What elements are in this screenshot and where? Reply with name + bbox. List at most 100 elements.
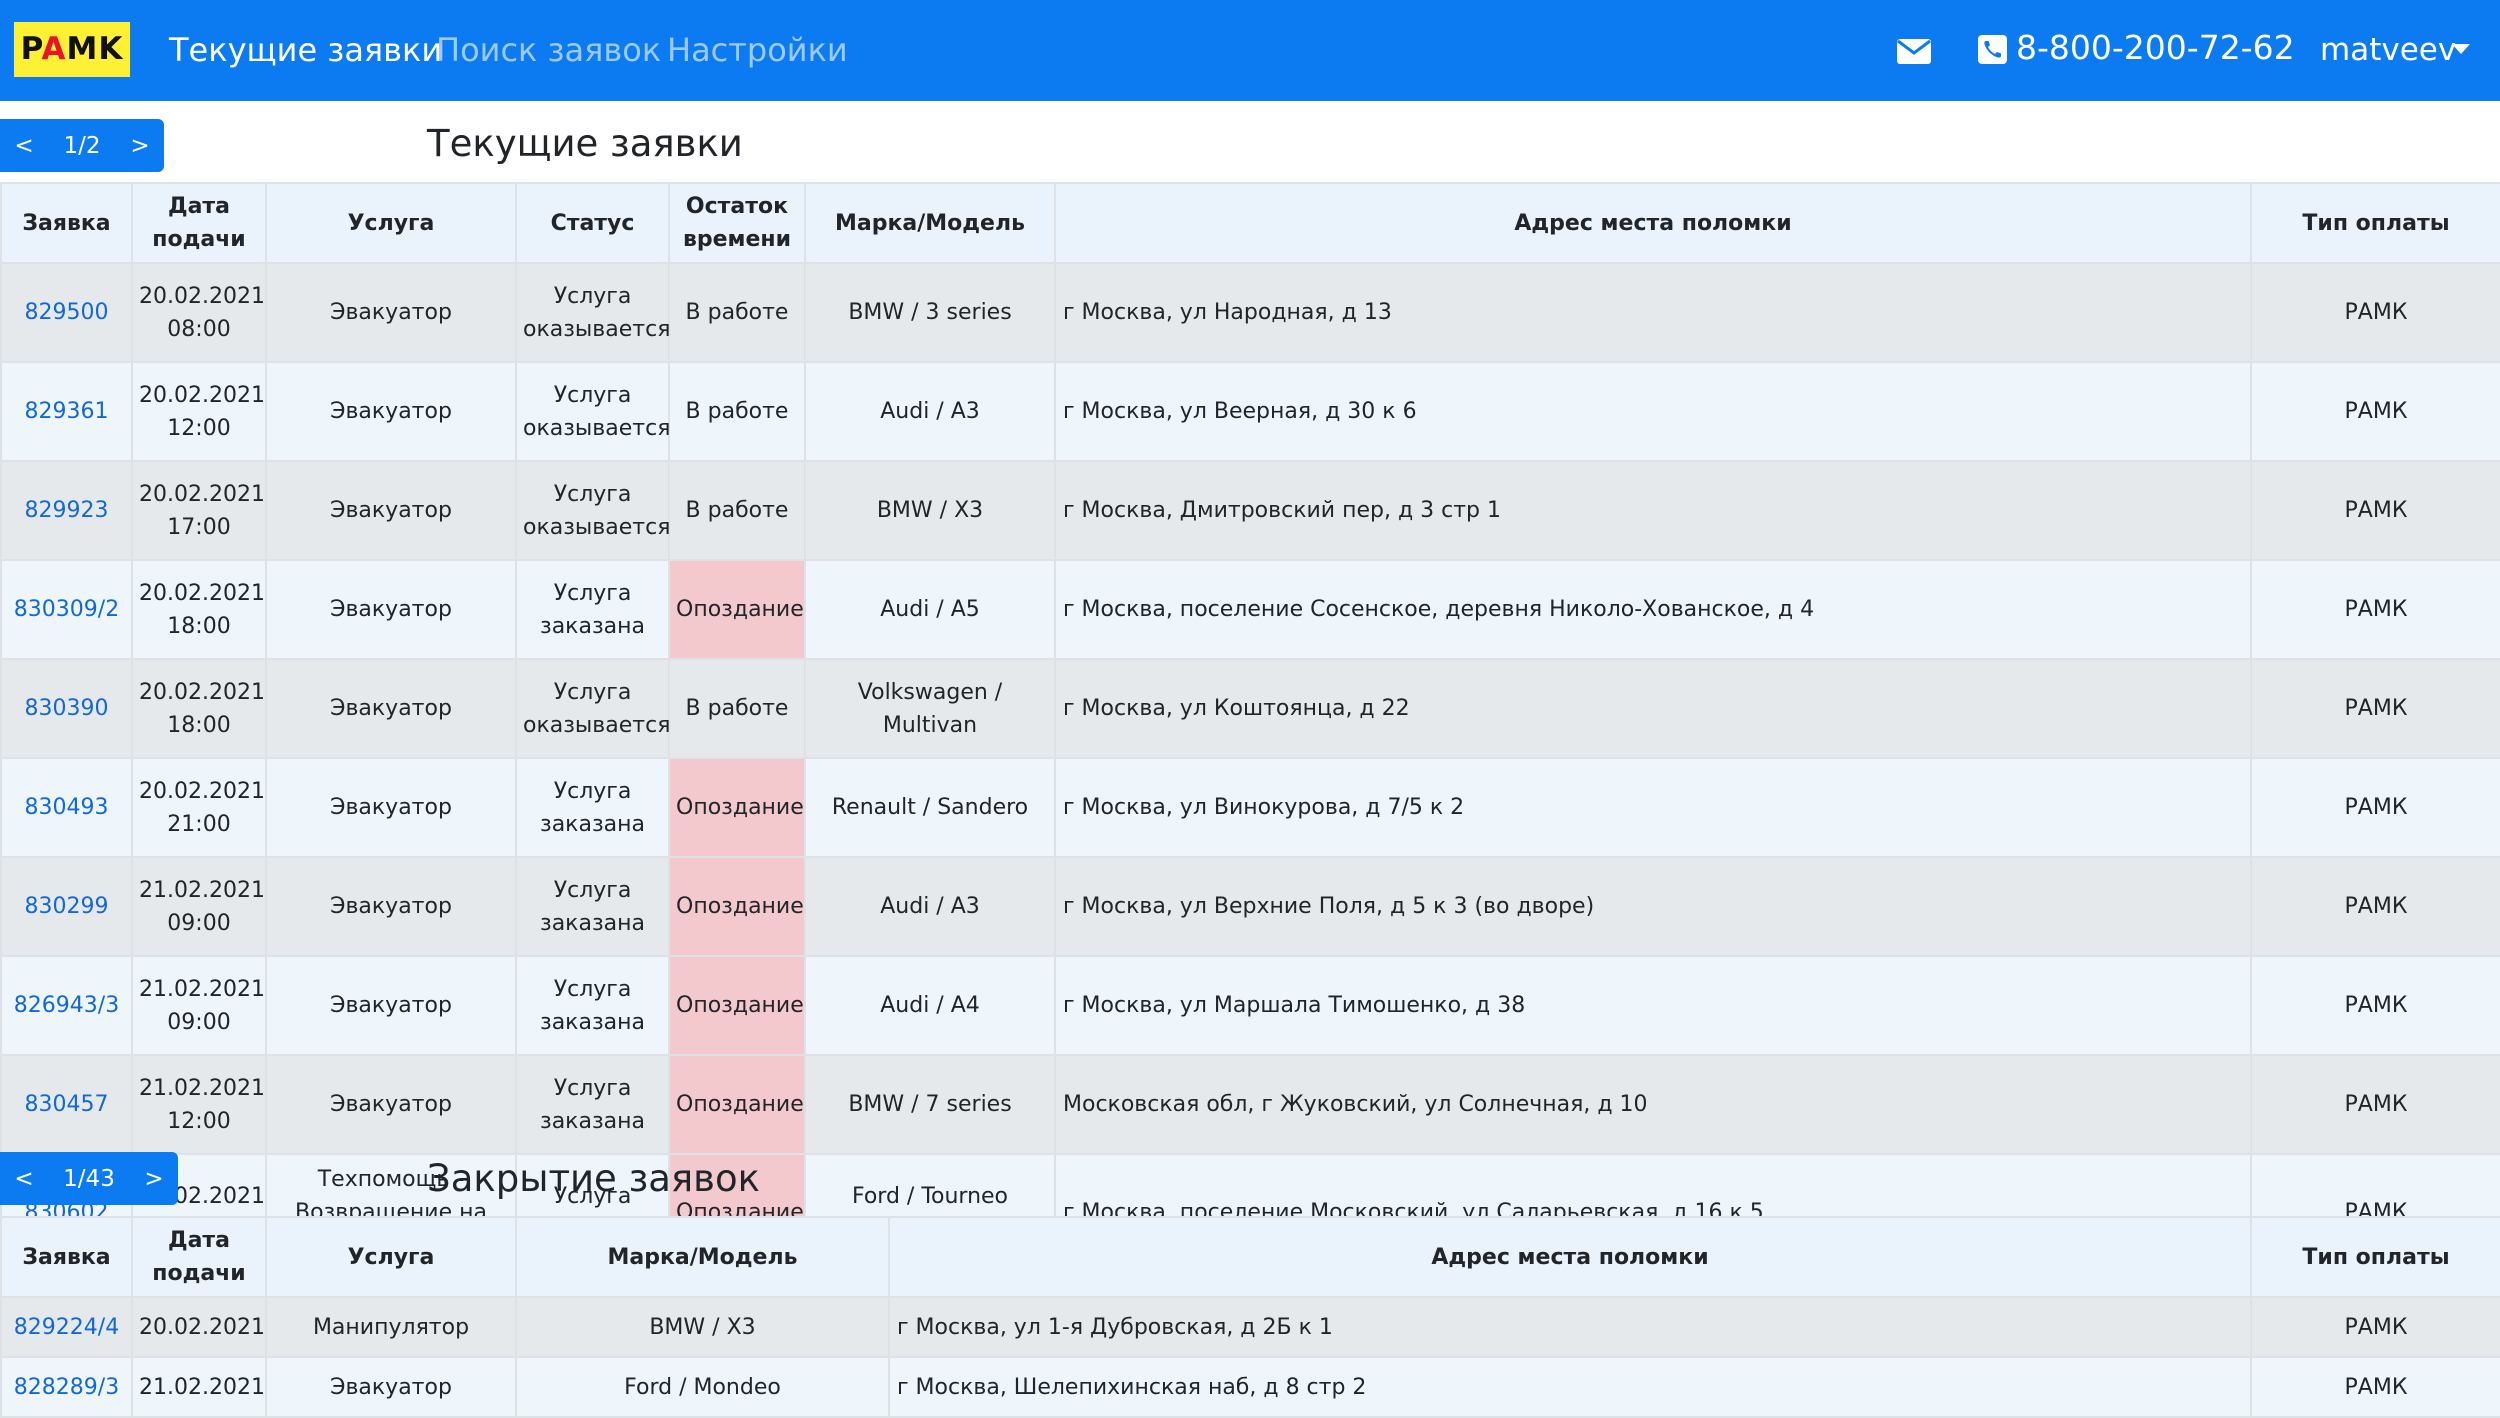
current-pager-prev-button[interactable]: <: [0, 133, 48, 159]
request-number-cell: 829224/4: [0, 1296, 133, 1358]
request-number-cell: 829923: [0, 460, 133, 561]
column-header[interactable]: Марка/Модель: [515, 1216, 890, 1298]
table-row: 829361 20.02.2021 12:00 Эвакуатор Услуга ока…: [0, 361, 2500, 462]
logo[interactable]: PAMK: [14, 22, 130, 77]
request-number-link[interactable]: 829224/4: [14, 1315, 119, 1340]
current-section-title: Текущие заявки: [427, 122, 743, 165]
submit-time: 18:00: [167, 712, 231, 738]
column-header[interactable]: Тип оплаты: [2250, 182, 2500, 264]
nav-link-settings[interactable]: Настройки: [667, 28, 848, 72]
submit-date-cell: 21.02.2021: [131, 1356, 267, 1418]
status-cell: Услуга заказана: [515, 757, 670, 858]
table-row: 829224/4 20.02.2021 Манипулятор BMW / X3 г М…: [0, 1296, 2500, 1358]
request-number-link[interactable]: 829500: [25, 300, 109, 325]
user-menu[interactable]: matveev: [2320, 28, 2456, 72]
payment-type-cell: РАМК: [2250, 1054, 2500, 1155]
request-number-cell: 829361: [0, 361, 133, 462]
closing-pager-page: 1/43: [63, 1165, 115, 1192]
address-cell: г Москва, ул Винокурова, д 7/5 к 2: [1054, 757, 2252, 858]
car-model-cell: BMW / 3 series: [804, 262, 1056, 363]
column-header[interactable]: Адрес места поломки: [888, 1216, 2252, 1298]
service-cell: Эвакуатор: [265, 856, 517, 957]
request-number-cell: 830493: [0, 757, 133, 858]
table-row: 830309/2 20.02.2021 18:00 Эвакуатор Услуга з…: [0, 559, 2500, 660]
column-header[interactable]: Остаток времени: [668, 182, 806, 264]
column-header[interactable]: Заявка: [0, 1216, 133, 1298]
address-cell: Московская обл, г Жуковский, ул Солнечна…: [1054, 1054, 2252, 1155]
submit-date: 20.02.2021: [139, 679, 265, 705]
address-cell: г Москва, ул Верхние Поля, д 5 к 3 (во д…: [1054, 856, 2252, 957]
status-cell: Услуга заказана: [515, 856, 670, 957]
request-number-link[interactable]: 830390: [25, 696, 109, 721]
current-pager-next-button[interactable]: >: [116, 133, 164, 159]
submit-date-cell: 20.02.2021 18:00: [131, 559, 267, 660]
remaining-time-cell: Опоздание: [668, 955, 806, 1056]
request-number-link[interactable]: 829361: [25, 399, 109, 424]
address-cell: г Москва, ул Народная, д 13: [1054, 262, 2252, 363]
request-number-link[interactable]: 829923: [25, 498, 109, 523]
submit-date: 20.02.2021: [139, 580, 265, 606]
status-cell: Услуга оказывается: [515, 460, 670, 561]
address-cell: г Москва, Дмитровский пер, д 3 стр 1: [1054, 460, 2252, 561]
address-cell: г Москва, ул Веерная, д 30 к 6: [1054, 361, 2252, 462]
column-header[interactable]: Тип оплаты: [2250, 1216, 2500, 1298]
remaining-time-cell: В работе: [668, 658, 806, 759]
request-number-link[interactable]: 826943/3: [14, 993, 119, 1018]
address-cell: г Москва, ул Коштоянца, д 22: [1054, 658, 2252, 759]
column-header[interactable]: Марка/Модель: [804, 182, 1056, 264]
service-cell: Эвакуатор: [265, 757, 517, 858]
submit-date: 21.02.2021: [139, 877, 265, 903]
column-header[interactable]: Услуга: [265, 182, 517, 264]
request-number-cell: 828289/3: [0, 1356, 133, 1418]
closing-table-header: Заявка Дата подачи Услуга Марка/Модель А…: [0, 1216, 2500, 1298]
status-cell: Услуга заказана: [515, 559, 670, 660]
submit-date: 20.02.2021: [139, 283, 265, 309]
column-header[interactable]: Адрес места поломки: [1054, 182, 2252, 264]
closing-pager-next-button[interactable]: >: [130, 1166, 178, 1192]
car-model-cell: Ford / Mondeo: [515, 1356, 890, 1418]
table-row: 830493 20.02.2021 21:00 Эвакуатор Услуга зак…: [0, 757, 2500, 858]
request-number-link[interactable]: 830457: [25, 1092, 109, 1117]
car-model-cell: BMW / X3: [515, 1296, 890, 1358]
request-number-link[interactable]: 830493: [25, 795, 109, 820]
caret-down-icon[interactable]: [2452, 44, 2470, 54]
payment-type-cell: РАМК: [2250, 262, 2500, 363]
submit-date-cell: 21.02.2021 09:00: [131, 856, 267, 957]
table-row: 826943/3 21.02.2021 09:00 Эвакуатор Услуга з…: [0, 955, 2500, 1056]
logo-text-right: MK: [66, 31, 124, 67]
column-header[interactable]: Услуга: [265, 1216, 517, 1298]
remaining-time-cell: Опоздание: [668, 559, 806, 660]
submit-date-cell: 20.02.2021 18:00: [131, 658, 267, 759]
status-cell: Услуга оказывается: [515, 361, 670, 462]
column-header[interactable]: Дата подачи: [131, 1216, 267, 1298]
status-cell: Услуга оказывается: [515, 262, 670, 363]
nav-link-search-requests[interactable]: Поиск заявок: [436, 28, 661, 72]
closing-pager-prev-button[interactable]: <: [0, 1166, 48, 1192]
table-row: 830457 21.02.2021 12:00 Эвакуатор Услуга зак…: [0, 1054, 2500, 1155]
request-number-cell: 826943/3: [0, 955, 133, 1056]
phone-number[interactable]: 8-800-200-72-62: [2016, 26, 2295, 70]
service-cell: Эвакуатор: [265, 955, 517, 1056]
car-model-cell: Audi / A3: [804, 856, 1056, 957]
car-model-cell: Audi / A3: [804, 361, 1056, 462]
payment-type-cell: РАМК: [2250, 856, 2500, 957]
address-cell: г Москва, Шелепихинская наб, д 8 стр 2: [888, 1356, 2252, 1418]
envelope-icon[interactable]: [1897, 39, 1931, 64]
service-cell: Манипулятор: [265, 1296, 517, 1358]
request-number-link[interactable]: 828289/3: [14, 1375, 119, 1400]
submit-date-cell: 20.02.2021 21:00: [131, 757, 267, 858]
column-header[interactable]: Дата подачи: [131, 182, 267, 264]
column-header[interactable]: Статус: [515, 182, 670, 264]
payment-type-cell: РАМК: [2250, 955, 2500, 1056]
submit-date-cell: 20.02.2021: [131, 1296, 267, 1358]
column-header[interactable]: Заявка: [0, 182, 133, 264]
nav-link-current-requests[interactable]: Текущие заявки: [169, 28, 442, 72]
current-table-header: Заявка Дата подачи Услуга Статус Остаток…: [0, 182, 2500, 264]
request-number-link[interactable]: 830309/2: [14, 597, 119, 622]
submit-time: 08:00: [167, 316, 231, 342]
car-model-cell: Audi / A5: [804, 559, 1056, 660]
request-number-link[interactable]: 830299: [25, 894, 109, 919]
address-cell: г Москва, ул 1-я Дубровская, д 2Б к 1: [888, 1296, 2252, 1358]
submit-date: 21.02.2021: [139, 1075, 265, 1101]
closing-pager: < 1/43 >: [0, 1152, 178, 1205]
